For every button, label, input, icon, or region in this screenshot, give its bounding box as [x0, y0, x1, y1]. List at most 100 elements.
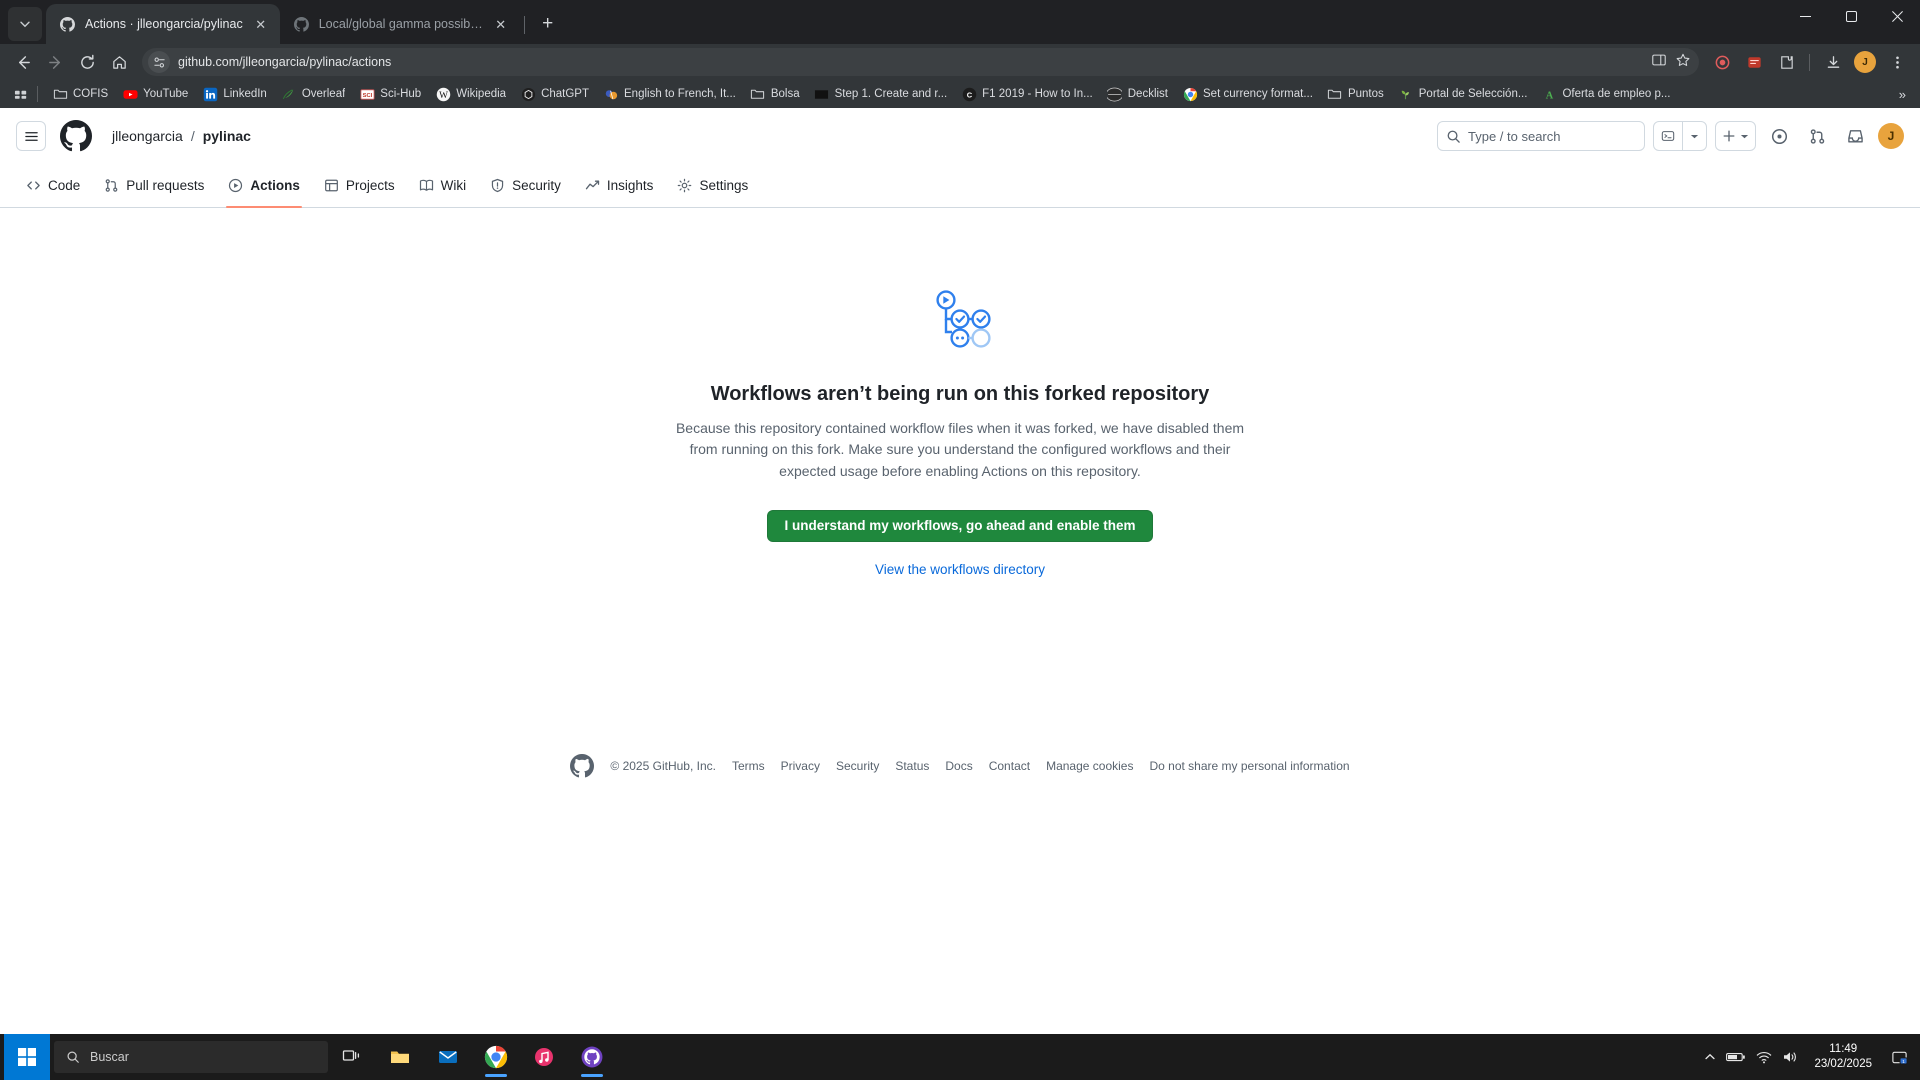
- issues-button[interactable]: [1764, 121, 1794, 151]
- nav-tab-pull-requests[interactable]: Pull requests: [94, 164, 214, 207]
- nav-tab-actions[interactable]: Actions: [218, 164, 310, 208]
- global-menu-button[interactable]: [16, 121, 46, 151]
- bookmark-bolsa[interactable]: Bolsa: [743, 83, 807, 105]
- nav-tab-insights[interactable]: Insights: [575, 164, 664, 207]
- breadcrumb-repo[interactable]: pylinac: [203, 128, 251, 144]
- bookmark-youtube[interactable]: YouTube: [115, 83, 195, 105]
- github-icon: [293, 16, 310, 33]
- pull-requests-button[interactable]: [1802, 121, 1832, 151]
- globe-dark-icon: [1107, 86, 1123, 102]
- search-placeholder: Type / to search: [1468, 128, 1561, 144]
- apps-grid-icon[interactable]: [8, 83, 34, 105]
- taskbar-search-input[interactable]: Buscar: [54, 1041, 328, 1073]
- footer-link-docs[interactable]: Docs: [945, 759, 972, 773]
- footer-link-contact[interactable]: Contact: [989, 759, 1030, 773]
- bookmark-overleaf[interactable]: Overleaf: [274, 83, 352, 105]
- page-settings-icon[interactable]: [148, 51, 170, 73]
- bookmark-step-1[interactable]: Step 1. Create and r...: [807, 83, 955, 105]
- volume-icon[interactable]: [1782, 1050, 1798, 1064]
- nav-tab-label: Settings: [699, 178, 749, 193]
- bookmark-f1-2019[interactable]: C F1 2019 - How to In...: [954, 83, 1100, 105]
- battery-icon[interactable]: [1726, 1051, 1746, 1063]
- bookmark-star-icon[interactable]: [1675, 52, 1691, 73]
- command-palette-button[interactable]: [1653, 121, 1707, 151]
- nav-tab-security[interactable]: Security: [480, 164, 571, 207]
- avatar[interactable]: J: [1878, 123, 1904, 149]
- footer-link-status[interactable]: Status: [895, 759, 929, 773]
- github-mark-icon[interactable]: [60, 120, 92, 152]
- nav-tab-settings[interactable]: Settings: [667, 164, 758, 207]
- downloads-icon[interactable]: [1818, 47, 1848, 77]
- footer-link-manage-cookies[interactable]: Manage cookies: [1046, 759, 1133, 773]
- bookmark-set-currency-format[interactable]: Set currency format...: [1175, 83, 1320, 105]
- browser-menu-button[interactable]: [1882, 47, 1912, 77]
- enable-workflows-button[interactable]: I understand my workflows, go ahead and …: [767, 509, 1153, 542]
- close-icon[interactable]: ✕: [492, 15, 510, 33]
- wifi-icon[interactable]: [1756, 1051, 1772, 1064]
- clock-date: 23/02/2025: [1814, 1058, 1872, 1070]
- bookmark-chatgpt[interactable]: ChatGPT: [513, 83, 596, 105]
- breadcrumb-owner[interactable]: jlleongarcia: [112, 128, 183, 144]
- bookmark-cofis[interactable]: COFIS: [45, 83, 115, 105]
- inbox-button[interactable]: [1840, 121, 1870, 151]
- bookmark-divider: [37, 86, 38, 102]
- chrome-button[interactable]: [472, 1035, 520, 1079]
- bookmark-linkedin[interactable]: LinkedIn: [195, 83, 273, 105]
- profile-button[interactable]: J: [1850, 47, 1880, 77]
- view-workflows-directory-link[interactable]: View the workflows directory: [875, 562, 1045, 577]
- hamburger-icon: [24, 131, 38, 141]
- forward-button[interactable]: [40, 47, 70, 77]
- footer-link-terms[interactable]: Terms: [732, 759, 765, 773]
- file-explorer-button[interactable]: [376, 1035, 424, 1079]
- notification-icon[interactable]: 1: [1888, 1046, 1910, 1068]
- bookmark-oferta-empleo[interactable]: A Oferta de empleo p...: [1534, 83, 1677, 105]
- bookmarks-bar: COFIS YouTube LinkedIn Overleaf SCI Sci-…: [0, 80, 1920, 108]
- bookmarks-overflow-button[interactable]: »: [1893, 87, 1912, 102]
- bookmark-decklist[interactable]: Decklist: [1100, 83, 1175, 105]
- footer-link-security[interactable]: Security: [836, 759, 879, 773]
- nav-tab-projects[interactable]: Projects: [314, 164, 405, 207]
- triangle-down-icon: [1740, 134, 1749, 138]
- bookmark-english-to-french[interactable]: English to French, It...: [596, 83, 743, 105]
- new-tab-button[interactable]: +: [533, 9, 563, 39]
- search-input[interactable]: Type / to search: [1437, 121, 1645, 151]
- footer-link-privacy[interactable]: Privacy: [781, 759, 820, 773]
- extension-red-icon[interactable]: [1739, 47, 1769, 77]
- issue-opened-icon: [1771, 128, 1787, 144]
- bookmark-portal-seleccion[interactable]: Portal de Selección...: [1391, 83, 1535, 105]
- start-button[interactable]: [4, 1034, 50, 1080]
- split-screen-icon[interactable]: [1651, 52, 1667, 73]
- task-view-button[interactable]: [328, 1035, 376, 1079]
- chevron-up-icon[interactable]: [1704, 1051, 1716, 1063]
- maximize-icon[interactable]: [1828, 0, 1874, 32]
- mail-button[interactable]: [424, 1035, 472, 1079]
- triangle-down-icon[interactable]: [1683, 122, 1706, 150]
- bookmark-scihub[interactable]: SCI Sci-Hub: [352, 83, 428, 105]
- tab-search-button[interactable]: [8, 7, 42, 41]
- command-palette-icon[interactable]: [1654, 122, 1682, 150]
- close-icon[interactable]: [1874, 0, 1920, 32]
- extensions-puzzle-icon[interactable]: [1771, 47, 1801, 77]
- github-desktop-button[interactable]: [568, 1035, 616, 1079]
- taskbar-clock[interactable]: 11:49 23/02/2025: [1808, 1042, 1878, 1072]
- url-text: github.com/jlleongarcia/pylinac/actions: [178, 55, 392, 69]
- minimize-icon[interactable]: [1782, 0, 1828, 32]
- music-button[interactable]: [520, 1035, 568, 1079]
- create-new-button[interactable]: [1715, 121, 1756, 151]
- bookmark-wikipedia[interactable]: W Wikipedia: [428, 83, 513, 105]
- nav-tab-wiki[interactable]: Wiki: [409, 164, 477, 207]
- task-view-icon: [342, 1050, 360, 1061]
- footer-link-do-not-share[interactable]: Do not share my personal information: [1149, 759, 1349, 773]
- folder-icon: [52, 86, 68, 102]
- record-icon[interactable]: [1707, 47, 1737, 77]
- browser-tab-1[interactable]: Actions · jlleongarcia/pylinac ✕: [46, 4, 280, 44]
- browser-tab-2[interactable]: Local/global gamma possibility ✕: [280, 4, 520, 44]
- reload-button[interactable]: [72, 47, 102, 77]
- bookmark-puntos[interactable]: Puntos: [1320, 83, 1391, 105]
- close-icon[interactable]: ✕: [252, 15, 270, 33]
- code-icon: [26, 178, 41, 193]
- back-button[interactable]: [8, 47, 38, 77]
- address-bar[interactable]: github.com/jlleongarcia/pylinac/actions: [142, 48, 1699, 76]
- home-button[interactable]: [104, 47, 134, 77]
- nav-tab-code[interactable]: Code: [16, 164, 90, 207]
